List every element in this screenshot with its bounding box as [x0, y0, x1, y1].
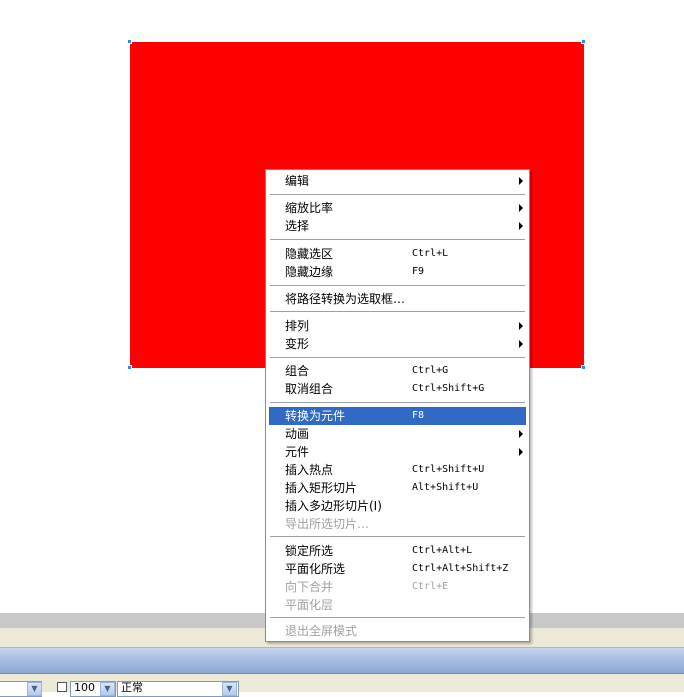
menu-item-label: 锁定所选: [285, 544, 334, 558]
menu-item-label: 动画: [285, 427, 310, 441]
tool-dropdown-chevron-icon[interactable]: ▼: [27, 682, 42, 696]
menu-item[interactable]: 锁定所选 Ctrl+Alt+L: [269, 542, 526, 560]
menu-item[interactable]: 插入矩形切片 Alt+Shift+U: [269, 479, 526, 497]
menu-item-label: 变形: [285, 337, 310, 351]
menu-item-label: 平面化所选: [285, 562, 346, 576]
menu-item-shortcut: Ctrl+G: [412, 365, 449, 376]
menu-item-label: 编辑: [285, 174, 310, 188]
menu-separator: [270, 357, 525, 358]
menu-item-shortcut: F8: [412, 410, 425, 421]
selection-handle-bottom-left[interactable]: [127, 365, 132, 370]
menu-item[interactable]: 将路径转换为选取框…: [269, 290, 526, 308]
menu-separator: [270, 402, 525, 403]
properties-panel-title-bar[interactable]: [0, 648, 684, 674]
menu-item-shortcut: Alt+Shift+U: [412, 482, 479, 493]
menu-item-label: 插入矩形切片: [285, 481, 358, 495]
menu-item[interactable]: 取消组合 Ctrl+Shift+G: [269, 380, 526, 398]
opacity-icon: [57, 682, 67, 692]
menu-item[interactable]: 编辑: [269, 172, 526, 190]
menu-item-label: 将路径转换为选取框…: [285, 292, 406, 306]
menu-item: 退出全屏模式: [269, 622, 526, 640]
menu-item[interactable]: 平面化所选 Ctrl+Alt+Shift+Z: [269, 560, 526, 578]
submenu-arrow-icon: [519, 448, 523, 456]
blend-mode-value: 正常: [121, 681, 143, 694]
menu-item-shortcut: Ctrl+L: [412, 248, 449, 259]
selection-handle-top-left[interactable]: [127, 39, 132, 44]
menu-item-label: 插入热点: [285, 463, 334, 477]
menu-item-label: 隐藏选区: [285, 247, 334, 261]
menu-item-shortcut: Ctrl+Alt+Shift+Z: [412, 563, 509, 574]
menu-separator: [270, 536, 525, 537]
blend-mode-chevron-icon[interactable]: ▼: [222, 682, 237, 696]
menu-item-label: 插入多边形切片(I): [285, 499, 382, 513]
submenu-arrow-icon: [519, 340, 523, 348]
menu-item-shortcut: Ctrl+Shift+U: [412, 464, 485, 475]
menu-item-label: 向下合并: [285, 580, 334, 594]
menu-item: 导出所选切片…: [269, 515, 526, 533]
menu-item-label: 取消组合: [285, 382, 334, 396]
menu-separator: [270, 617, 525, 618]
submenu-arrow-icon: [519, 322, 523, 330]
menu-item[interactable]: 隐藏边缘 F9: [269, 263, 526, 281]
opacity-value: 100: [74, 681, 95, 694]
menu-item-label: 组合: [285, 364, 310, 378]
context-menu: 编辑缩放比率选择隐藏选区 Ctrl+L 隐藏边缘 F9 将路径转换为选取框… 排列变形组合…: [265, 169, 530, 642]
menu-item-label: 退出全屏模式: [285, 624, 358, 638]
menu-item-shortcut: Ctrl+Alt+L: [412, 545, 473, 556]
menu-separator: [270, 194, 525, 195]
menu-item[interactable]: 缩放比率: [269, 199, 526, 217]
submenu-arrow-icon: [519, 177, 523, 185]
menu-item-label: 导出所选切片…: [285, 517, 370, 531]
menu-item: 平面化层: [269, 596, 526, 614]
menu-item-label: 元件: [285, 445, 310, 459]
menu-item[interactable]: 插入热点 Ctrl+Shift+U: [269, 461, 526, 479]
opacity-chevron-icon[interactable]: ▼: [100, 682, 115, 696]
menu-item[interactable]: 组合 Ctrl+G: [269, 362, 526, 380]
menu-separator: [270, 239, 525, 240]
menu-item[interactable]: 插入多边形切片(I): [269, 497, 526, 515]
menu-item[interactable]: 转换为元件 F8: [269, 407, 526, 425]
menu-item-label: 选择: [285, 219, 310, 233]
selection-handle-bottom-right[interactable]: [581, 365, 586, 370]
menu-item-label: 缩放比率: [285, 201, 334, 215]
menu-separator: [270, 285, 525, 286]
menu-item-label: 转换为元件: [285, 409, 346, 423]
submenu-arrow-icon: [519, 204, 523, 212]
menu-item[interactable]: 排列: [269, 317, 526, 335]
menu-item[interactable]: 选择: [269, 217, 526, 235]
menu-separator: [270, 311, 525, 312]
menu-item-label: 隐藏边缘: [285, 265, 334, 279]
menu-item[interactable]: 元件: [269, 443, 526, 461]
menu-item[interactable]: 隐藏选区 Ctrl+L: [269, 245, 526, 263]
menu-item-label: 平面化层: [285, 598, 334, 612]
menu-item-label: 排列: [285, 319, 310, 333]
menu-item-shortcut: Ctrl+Shift+G: [412, 383, 485, 394]
menu-item[interactable]: 变形: [269, 335, 526, 353]
submenu-arrow-icon: [519, 222, 523, 230]
selection-handle-top-right[interactable]: [581, 39, 586, 44]
menu-item[interactable]: 动画: [269, 425, 526, 443]
menu-item: 向下合并 Ctrl+E: [269, 578, 526, 596]
submenu-arrow-icon: [519, 430, 523, 438]
menu-item-shortcut: F9: [412, 266, 425, 277]
menu-item-shortcut: Ctrl+E: [412, 581, 449, 592]
